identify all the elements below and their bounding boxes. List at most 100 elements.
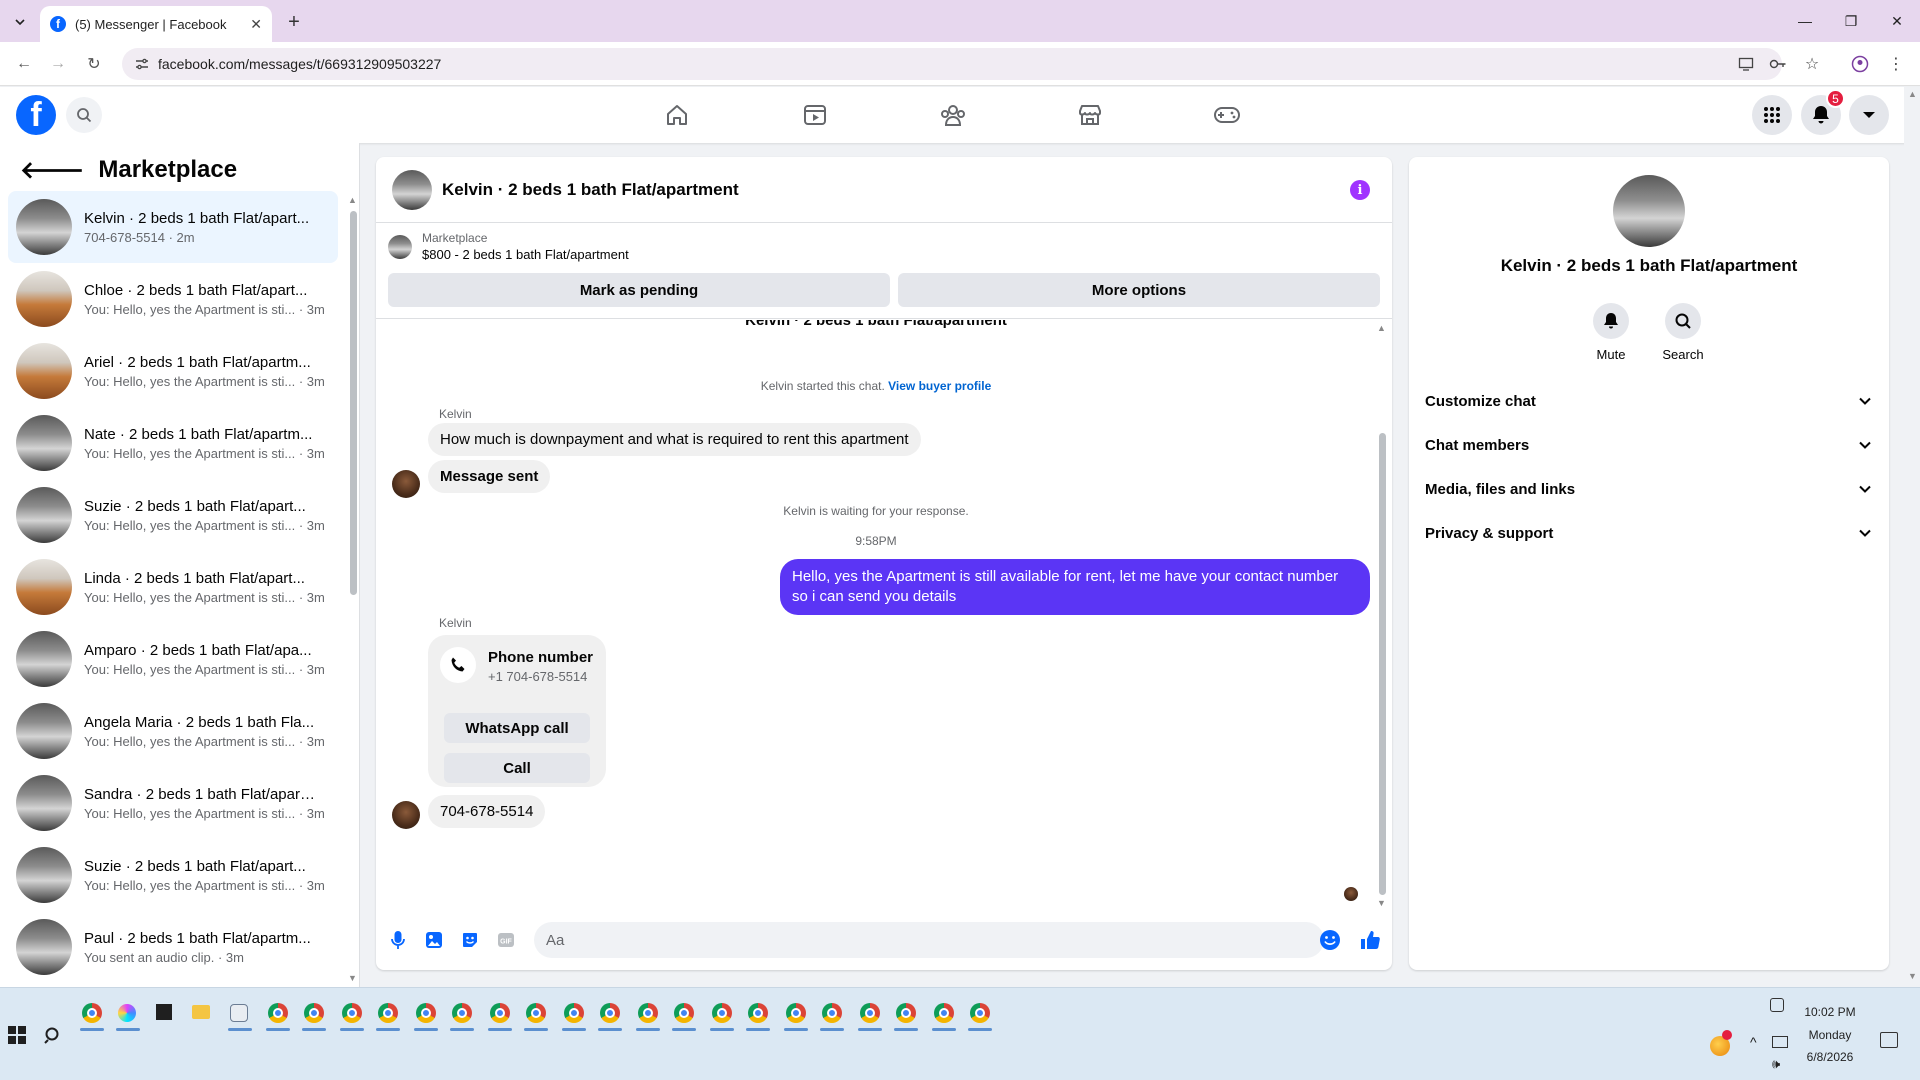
conversation-info-icon[interactable]: i	[1350, 180, 1370, 200]
emoji-button[interactable]	[1318, 928, 1342, 952]
sender-avatar[interactable]	[392, 801, 420, 829]
profile-icon[interactable]	[1848, 52, 1872, 76]
chrome-app-icon[interactable]	[564, 1003, 584, 1023]
chrome-app-icon[interactable]	[268, 1003, 288, 1023]
call-button[interactable]: Call	[444, 753, 590, 783]
mark-as-pending-button[interactable]: Mark as pending	[388, 273, 890, 307]
incoming-message[interactable]: How much is downpayment and what is requ…	[428, 423, 921, 456]
nav-gaming[interactable]	[1207, 95, 1247, 135]
attach-photo-button[interactable]	[422, 928, 446, 952]
chat-title[interactable]: Kelvin · 2 beds 1 bath Flat/apartment	[442, 180, 739, 200]
chrome-app-icon[interactable]	[822, 1003, 842, 1023]
conversation-item[interactable]: Chloe · 2 beds 1 bath Flat/apart... You: …	[8, 263, 338, 335]
terminal-app-icon[interactable]	[156, 1004, 172, 1020]
page-scrollbar[interactable]: ▲ ▼	[1904, 87, 1920, 987]
account-button[interactable]	[1849, 95, 1889, 135]
install-app-icon[interactable]	[1734, 52, 1758, 76]
windows-start-icon[interactable]	[8, 1026, 30, 1048]
mute-action[interactable]: Mute	[1581, 303, 1641, 362]
facebook-search-button[interactable]	[66, 97, 102, 133]
chrome-app-icon[interactable]	[600, 1003, 620, 1023]
privacy-support-section[interactable]: Privacy & support	[1425, 511, 1873, 555]
chrome-app-icon[interactable]	[674, 1003, 694, 1023]
browser-menu-icon[interactable]: ⋮	[1884, 52, 1908, 76]
search-action[interactable]: Search	[1653, 303, 1713, 362]
bookmark-star-icon[interactable]: ☆	[1800, 52, 1824, 76]
conversation-item[interactable]: Sandra · 2 beds 1 bath Flat/apart... You:…	[8, 767, 338, 839]
sticker-button[interactable]	[458, 928, 482, 952]
close-window-button[interactable]: ✕	[1874, 8, 1920, 34]
chat-avatar[interactable]	[392, 169, 432, 210]
facebook-logo[interactable]: f	[16, 95, 56, 135]
incoming-message[interactable]: 704-678-5514	[428, 795, 546, 828]
taskbar-search-icon[interactable]	[44, 1026, 66, 1048]
chrome-app-icon[interactable]	[748, 1003, 768, 1023]
scroll-up-arrow-icon[interactable]: ▲	[1908, 89, 1917, 99]
thread-scrollbar[interactable]	[1379, 433, 1386, 895]
taskbar-date[interactable]: 6/8/2026	[1800, 1050, 1860, 1064]
scroll-down-arrow-icon[interactable]: ▼	[1908, 971, 1917, 981]
nav-video[interactable]	[795, 95, 835, 135]
scroll-down-arrow-icon[interactable]: ▼	[1377, 898, 1386, 908]
listing-info[interactable]: Marketplace $800 - 2 beds 1 bath Flat/ap…	[388, 231, 629, 262]
file-explorer-icon[interactable]	[192, 1005, 210, 1019]
chrome-app-icon[interactable]	[452, 1003, 472, 1023]
chrome-app-icon[interactable]	[934, 1003, 954, 1023]
conversation-item[interactable]: Paul · 2 beds 1 bath Flat/apartm... You s…	[8, 911, 338, 983]
network-icon[interactable]	[1772, 1036, 1788, 1048]
chrome-app-icon[interactable]	[342, 1003, 362, 1023]
conversation-item[interactable]: Angela Maria · 2 beds 1 bath Fla... You: …	[8, 695, 338, 767]
whatsapp-call-button[interactable]: WhatsApp call	[444, 713, 590, 743]
customize-chat-section[interactable]: Customize chat	[1425, 379, 1873, 423]
profile-avatar[interactable]	[1613, 175, 1685, 247]
chrome-app-icon[interactable]	[638, 1003, 658, 1023]
scroll-up-arrow-icon[interactable]: ▲	[1377, 323, 1386, 333]
conversation-item[interactable]: Linda · 2 beds 1 bath Flat/apart... You: …	[8, 551, 338, 623]
conversation-item[interactable]: Nate · 2 beds 1 bath Flat/apartm... You: …	[8, 407, 338, 479]
message-input[interactable]	[534, 922, 1324, 958]
restore-button[interactable]: ❐	[1828, 8, 1874, 34]
volume-icon[interactable]: 🕪	[1772, 1056, 1780, 1072]
notifications-button[interactable]: 5	[1801, 89, 1845, 135]
nav-groups[interactable]	[933, 95, 973, 135]
chat-members-section[interactable]: Chat members	[1425, 423, 1873, 467]
scroll-down-arrow-icon[interactable]: ▼	[348, 973, 357, 983]
new-tab-button[interactable]: +	[282, 10, 306, 34]
close-tab-icon[interactable]: ✕	[250, 16, 262, 33]
device-icon[interactable]	[1770, 998, 1784, 1012]
notification-center-icon[interactable]	[1880, 1032, 1898, 1048]
conversation-item[interactable]: Ariel · 2 beds 1 bath Flat/apartm... You:…	[8, 335, 338, 407]
view-buyer-profile-link[interactable]: View buyer profile	[888, 379, 991, 393]
back-arrow-icon[interactable]: 🡐	[20, 155, 84, 185]
chrome-app-icon[interactable]	[490, 1003, 510, 1023]
chrome-app-icon[interactable]	[416, 1003, 436, 1023]
gif-button[interactable]: GIF	[494, 928, 518, 952]
chrome-app-icon[interactable]	[304, 1003, 324, 1023]
chrome-app-icon[interactable]	[970, 1003, 990, 1023]
copilot-icon[interactable]	[118, 1004, 136, 1022]
reload-button[interactable]: ↻	[82, 52, 106, 76]
conversation-item[interactable]: Suzie · 2 beds 1 bath Flat/apart... You: …	[8, 479, 338, 551]
password-key-icon[interactable]	[1766, 52, 1790, 76]
show-hidden-icons-chevron-icon[interactable]: ^	[1750, 1034, 1757, 1050]
scroll-up-arrow-icon[interactable]: ▲	[348, 195, 357, 205]
chrome-app-icon[interactable]	[82, 1003, 102, 1023]
media-files-links-section[interactable]: Media, files and links	[1425, 467, 1873, 511]
sender-avatar[interactable]	[392, 470, 420, 498]
site-info-icon[interactable]	[134, 56, 150, 72]
conversation-item[interactable]: Amparo · 2 beds 1 bath Flat/apa... You: H…	[8, 623, 338, 695]
send-like-button[interactable]	[1358, 928, 1382, 952]
more-options-button[interactable]: More options	[898, 273, 1380, 307]
taskbar-day[interactable]: Monday	[1800, 1028, 1860, 1042]
menu-button[interactable]	[1752, 95, 1792, 135]
chrome-app-icon[interactable]	[712, 1003, 732, 1023]
url-field[interactable]: facebook.com/messages/t/669312909503227	[122, 48, 1782, 80]
chrome-app-icon[interactable]	[896, 1003, 916, 1023]
chrome-app-icon[interactable]	[526, 1003, 546, 1023]
snipping-tool-icon[interactable]	[230, 1004, 248, 1022]
chrome-app-icon[interactable]	[860, 1003, 880, 1023]
tab-search-button[interactable]	[8, 10, 32, 34]
minimize-button[interactable]: —	[1782, 8, 1828, 34]
voice-clip-button[interactable]	[386, 928, 410, 952]
chrome-app-icon[interactable]	[786, 1003, 806, 1023]
